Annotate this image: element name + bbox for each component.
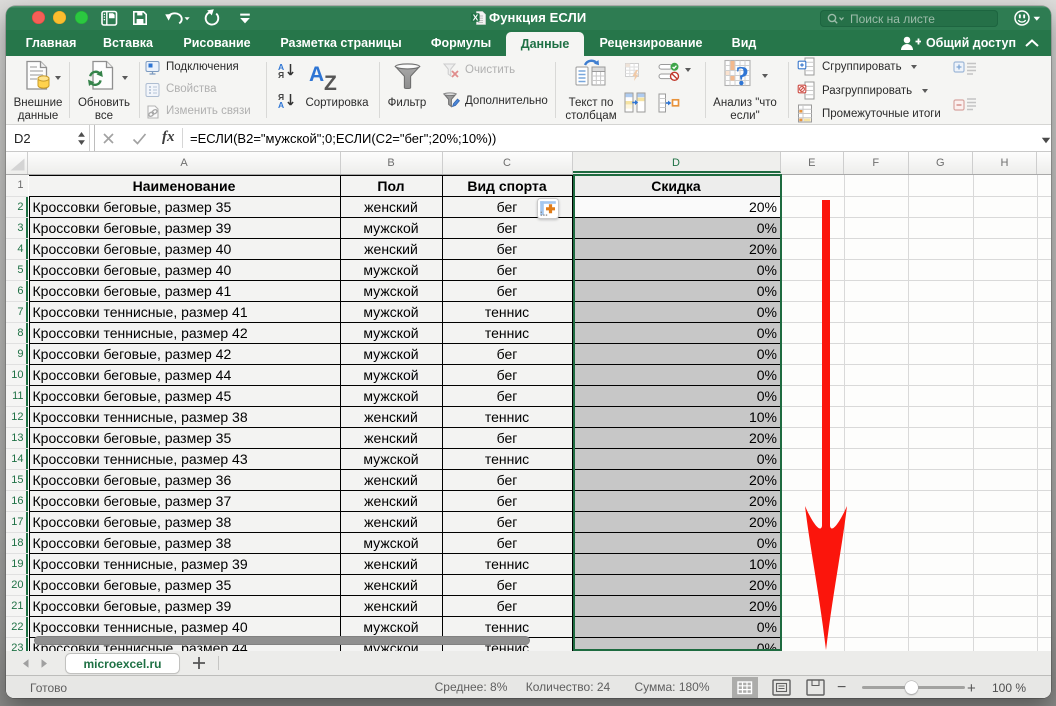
svg-text:?: ? (736, 61, 750, 91)
svg-text:Я: Я (278, 70, 284, 79)
svg-text:Z: Z (324, 72, 337, 92)
svg-text:X: X (473, 12, 479, 22)
svg-text:А: А (278, 100, 284, 109)
svg-text:А: А (309, 63, 324, 86)
